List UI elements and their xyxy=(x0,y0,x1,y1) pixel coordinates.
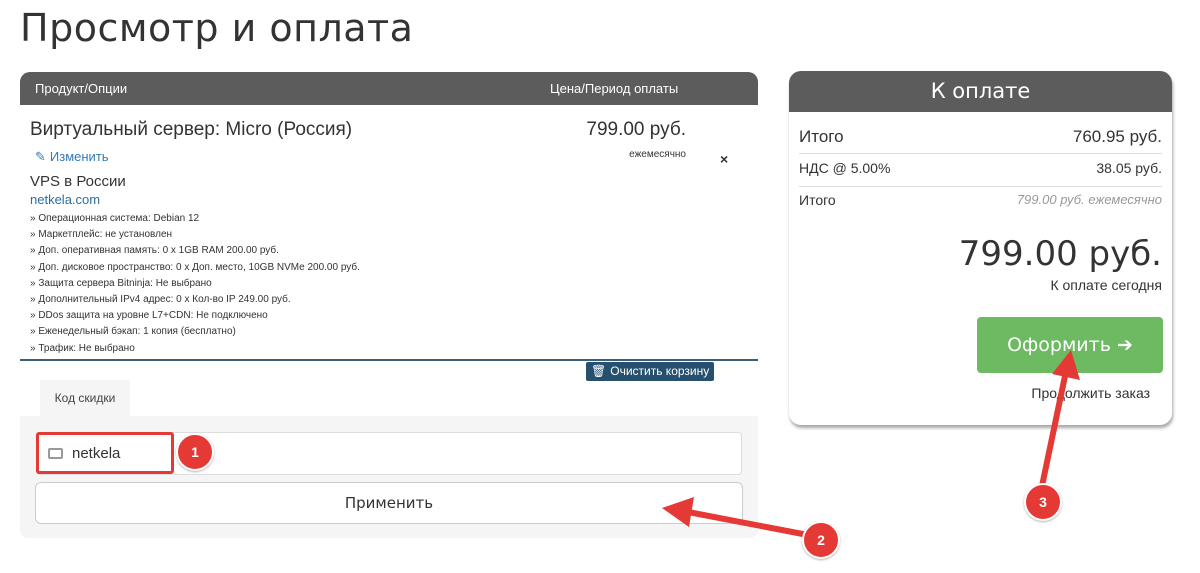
annotation-badge-3: 3 xyxy=(1024,483,1062,521)
annotation-badge-2: 2 xyxy=(802,521,840,559)
annotation-layer xyxy=(662,350,1080,538)
annotation-badge-1: 1 xyxy=(176,433,214,471)
annotation-arrows xyxy=(662,350,1080,538)
arrow-line xyxy=(685,509,811,538)
arrow-head xyxy=(662,497,694,527)
arrow-head xyxy=(1052,350,1080,380)
arrow-line xyxy=(1039,373,1068,489)
